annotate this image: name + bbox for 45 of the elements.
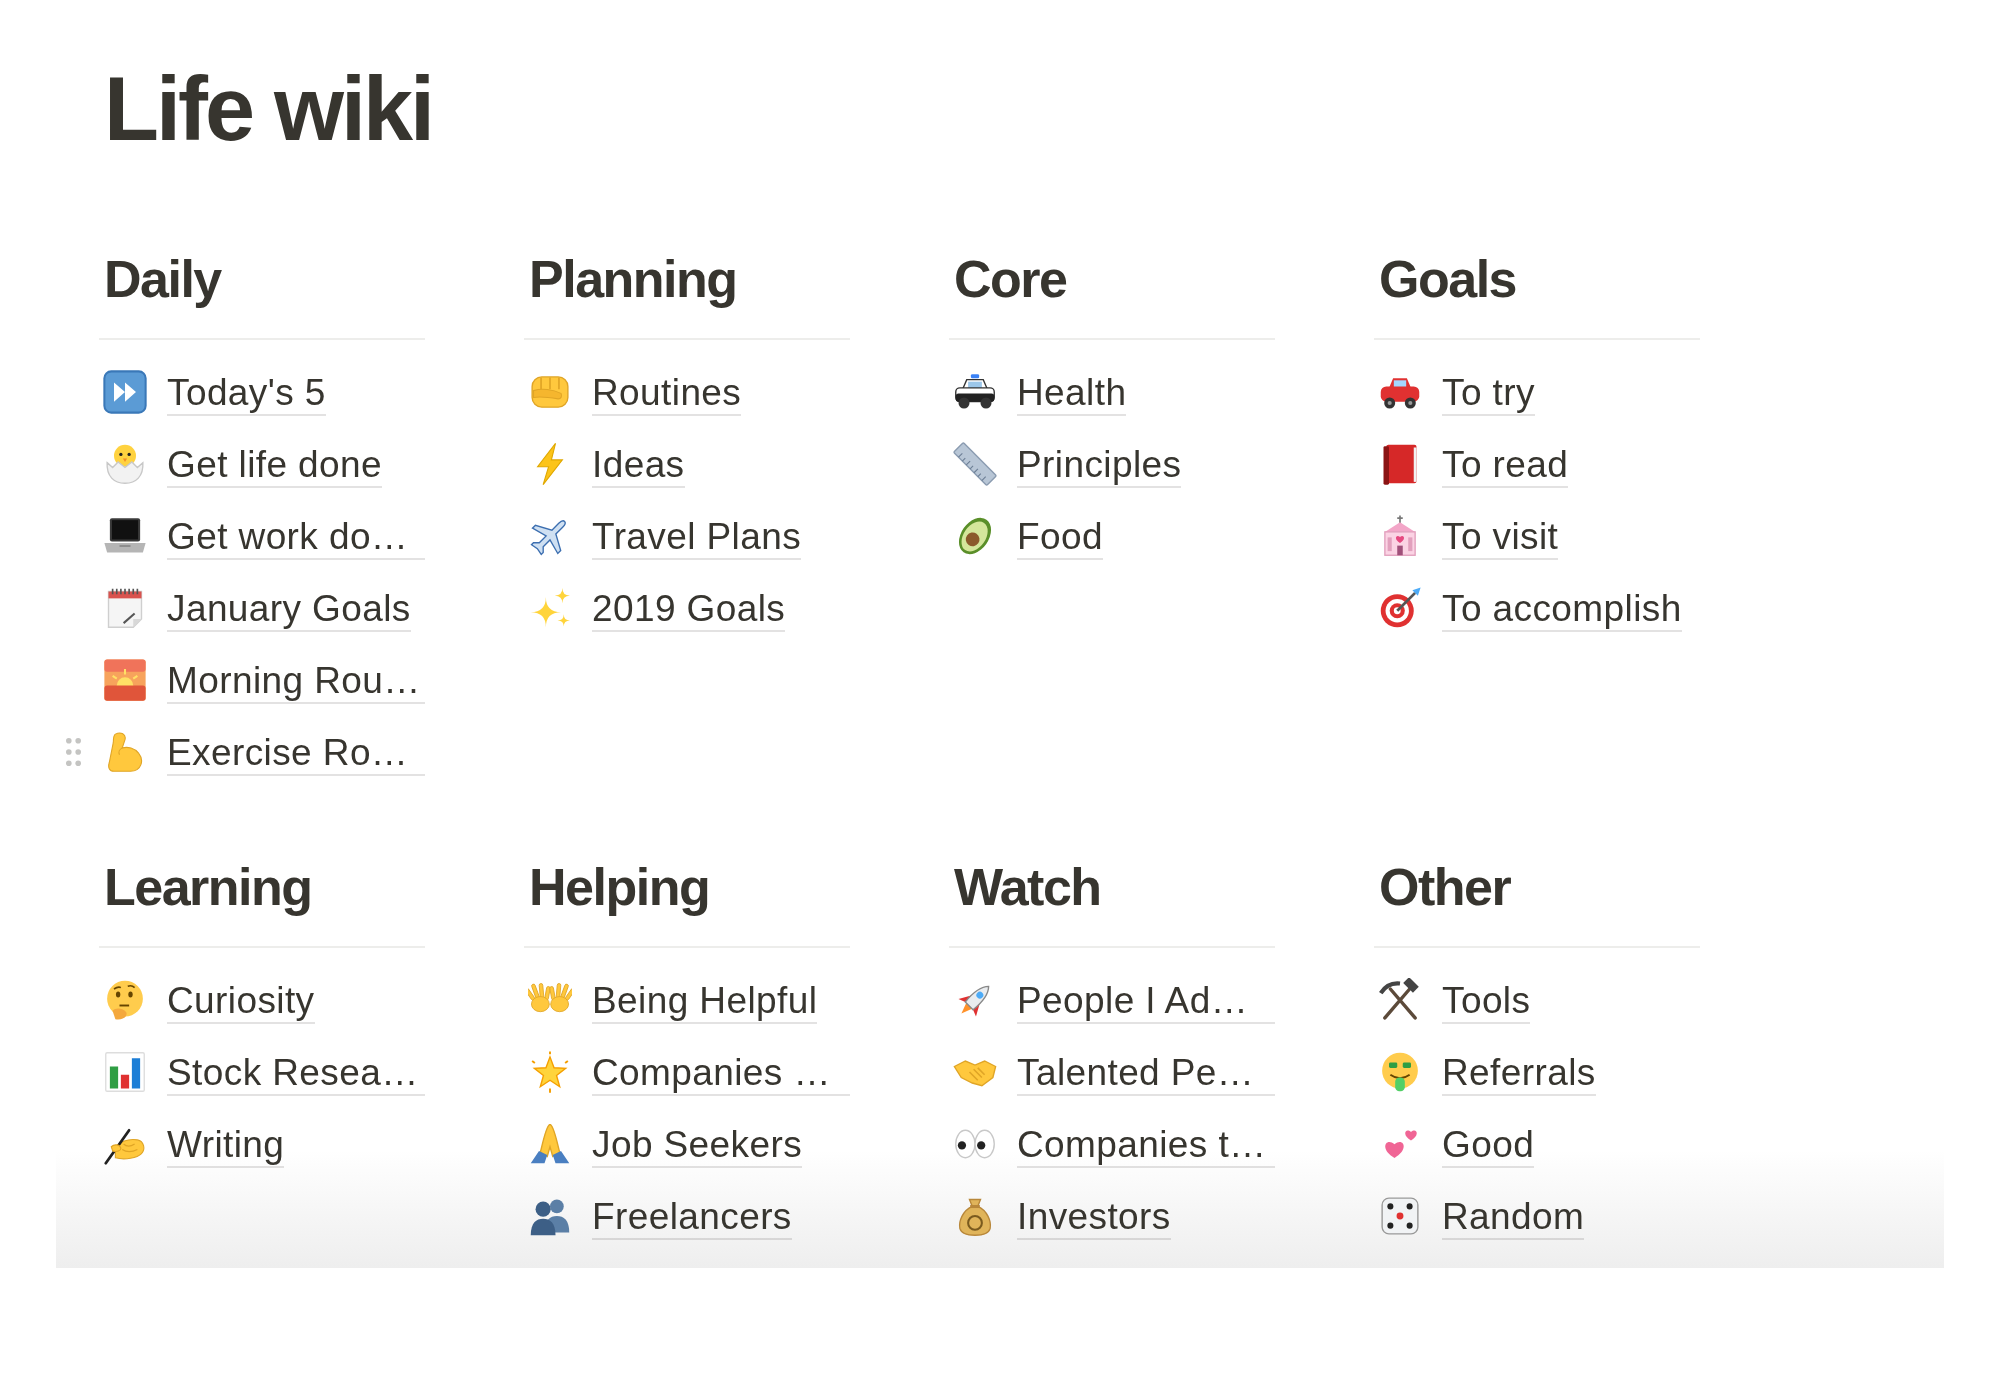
- section-heading: Core: [954, 253, 1067, 305]
- page-link[interactable]: To try: [1442, 373, 1535, 416]
- section-heading: Other: [1379, 861, 1511, 913]
- page-link[interactable]: People I Ad…: [1017, 981, 1275, 1024]
- page-link[interactable]: Job Seekers: [592, 1125, 803, 1168]
- bar-chart-icon: [103, 1050, 147, 1094]
- page-link[interactable]: Companies …: [592, 1053, 850, 1096]
- page-link[interactable]: Freelancers: [592, 1197, 792, 1240]
- die-icon: [1378, 1194, 1422, 1238]
- page-link[interactable]: Referrals: [1442, 1053, 1596, 1096]
- page-link[interactable]: Good: [1442, 1125, 1535, 1168]
- chick-in-egg-icon: [103, 442, 147, 486]
- page-link[interactable]: Companies t…: [1017, 1125, 1275, 1168]
- page-link[interactable]: 2019 Goals: [592, 589, 786, 632]
- page-link[interactable]: Morning Rou…: [167, 661, 425, 704]
- fast-forward-icon: [103, 370, 147, 414]
- page-link[interactable]: Today's 5: [167, 373, 326, 416]
- page-title: Life wiki: [104, 64, 433, 154]
- page-link[interactable]: Principles: [1017, 445, 1182, 488]
- page-link[interactable]: Writing: [167, 1125, 285, 1168]
- drag-handle-icon[interactable]: [64, 737, 83, 767]
- page-link[interactable]: January Goals: [167, 589, 411, 632]
- page-link[interactable]: Travel Plans: [592, 517, 802, 560]
- page-link[interactable]: Routines: [592, 373, 742, 416]
- page-link[interactable]: Exercise Ro…: [167, 733, 425, 776]
- section-heading: Watch: [954, 861, 1101, 913]
- page-link[interactable]: Random: [1442, 1197, 1585, 1240]
- page-link[interactable]: Tools: [1442, 981, 1531, 1024]
- page-link[interactable]: Get work do…: [167, 517, 425, 560]
- target-icon: [1378, 586, 1422, 630]
- page-link[interactable]: Being Helpful: [592, 981, 818, 1024]
- page-link[interactable]: To accomplish: [1442, 589, 1682, 632]
- page-link[interactable]: To read: [1442, 445, 1569, 488]
- sunrise-icon: [103, 658, 147, 702]
- page-link[interactable]: Talented Pe…: [1017, 1053, 1275, 1096]
- page-link[interactable]: Curiosity: [167, 981, 315, 1024]
- page-link[interactable]: Health: [1017, 373, 1127, 416]
- page-link[interactable]: Get life done: [167, 445, 382, 488]
- page-link[interactable]: Ideas: [592, 445, 685, 488]
- page-link[interactable]: Stock Resea…: [167, 1053, 425, 1096]
- page-link[interactable]: Investors: [1017, 1197, 1171, 1240]
- folded-hands-icon: [528, 1122, 572, 1166]
- page-link[interactable]: Food: [1017, 517, 1103, 560]
- section-heading: Goals: [1379, 253, 1516, 305]
- page-link[interactable]: To visit: [1442, 517, 1559, 560]
